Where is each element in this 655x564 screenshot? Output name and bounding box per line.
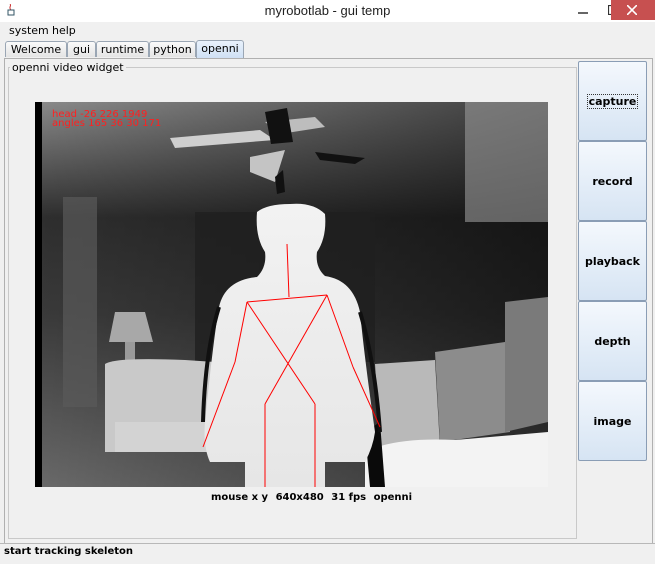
tab-welcome[interactable]: Welcome — [5, 41, 67, 57]
video-widget-title: openni video widget — [10, 61, 126, 74]
depth-button-label: depth — [594, 334, 631, 348]
menu-system[interactable]: system — [9, 24, 49, 37]
tab-openni[interactable]: openni — [196, 40, 244, 58]
status-text: start tracking skeleton — [4, 546, 133, 557]
record-button[interactable]: record — [578, 141, 647, 221]
status-bar: start tracking skeleton — [0, 543, 655, 564]
image-button[interactable]: image — [578, 381, 647, 461]
angles-label: angles 165 36 30 171 — [52, 118, 162, 129]
capture-button[interactable]: capture — [578, 61, 647, 141]
tab-strip: Welcome gui runtime python openni — [0, 40, 655, 58]
playback-button[interactable]: playback — [578, 221, 647, 301]
record-button-label: record — [592, 174, 633, 188]
tab-runtime[interactable]: runtime — [96, 41, 149, 57]
depth-button[interactable]: depth — [578, 301, 647, 381]
playback-button-label: playback — [584, 254, 641, 268]
video-status: mouse x y 640x480 31 fps openni — [211, 492, 416, 503]
mouse-coordinates: mouse x y — [211, 492, 269, 503]
tab-python[interactable]: python — [149, 41, 196, 57]
image-button-label: image — [593, 414, 632, 428]
window-title: myrobotlab - gui temp — [264, 3, 391, 18]
menu-bar: system help — [0, 22, 655, 40]
minimize-icon — [578, 12, 588, 14]
close-icon — [627, 5, 637, 15]
tab-gui[interactable]: gui — [67, 41, 96, 57]
capture-button-label: capture — [586, 93, 639, 109]
resolution-label: 640x480 — [275, 492, 324, 503]
title-bar: myrobotlab - gui temp — [0, 0, 655, 23]
close-button[interactable] — [611, 0, 655, 20]
fps-label: 31 fps — [331, 492, 367, 503]
video-left-border — [35, 102, 42, 487]
menu-help[interactable]: help — [52, 24, 76, 37]
depth-video-frame[interactable] — [35, 102, 548, 487]
source-label: openni — [373, 492, 413, 503]
minimize-button[interactable] — [569, 0, 597, 20]
